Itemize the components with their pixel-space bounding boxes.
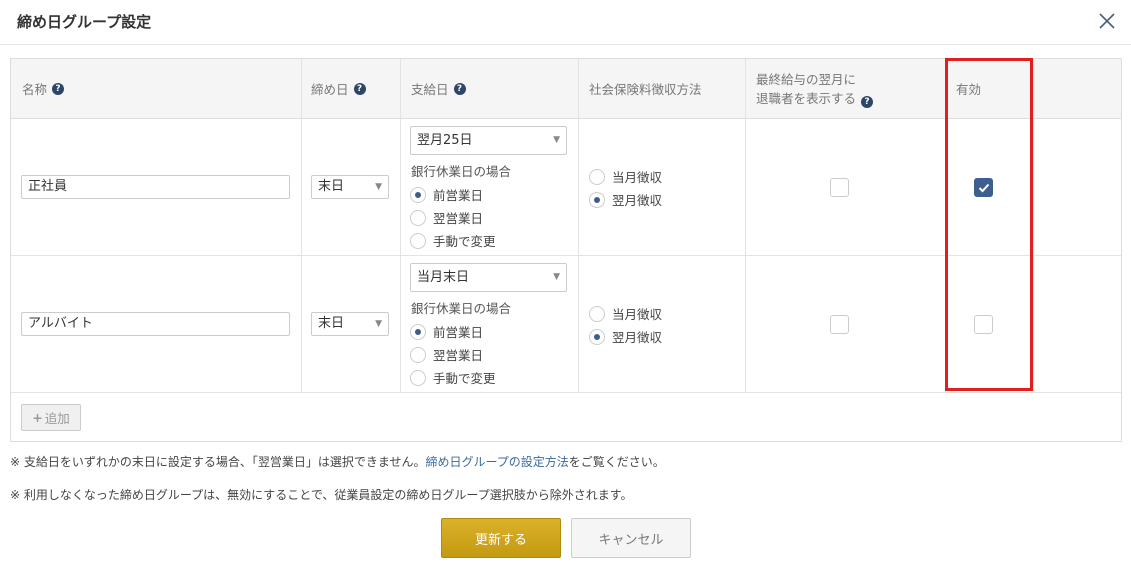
header-social-insurance: 社会保険料徴収方法 [589, 81, 702, 97]
help-icon[interactable]: ? [861, 96, 874, 108]
pay-day-select[interactable]: 当月末日 ▼ [410, 263, 567, 292]
dropdown-arrow-icon: ▼ [553, 272, 560, 282]
radio-button[interactable] [410, 186, 426, 203]
radio-manual-change[interactable]: 手動で変更 [410, 231, 496, 250]
radio-previous-business-day[interactable]: 前営業日 [410, 322, 483, 341]
radio-current-month[interactable]: 当月徴収 [589, 167, 662, 186]
radio-button[interactable] [410, 209, 426, 226]
dialog-header: 締め日グループ設定 [0, 0, 1131, 45]
radio-button[interactable] [589, 191, 605, 208]
radio-button[interactable] [410, 369, 426, 386]
radio-button[interactable] [589, 328, 605, 345]
radio-next-month[interactable]: 翌月徴収 [589, 327, 662, 346]
highlight-box [945, 58, 1033, 391]
radio-next-business-day[interactable]: 翌営業日 [410, 208, 483, 227]
settings-help-link[interactable]: 締め日グループの設定方法 [426, 455, 569, 469]
name-input[interactable]: アルバイト [21, 312, 290, 336]
dropdown-arrow-icon: ▼ [375, 182, 382, 192]
radio-next-business-day[interactable]: 翌営業日 [410, 345, 483, 364]
radio-button[interactable] [589, 305, 605, 322]
closing-day-select[interactable]: 末日 ▼ [311, 312, 389, 336]
holiday-label: 銀行休業日の場合 [411, 164, 512, 179]
add-button[interactable]: + 追加 [21, 404, 81, 431]
help-icon[interactable]: ? [453, 83, 466, 95]
radio-current-month[interactable]: 当月徴収 [589, 304, 662, 323]
radio-button[interactable] [410, 346, 426, 363]
note-payday: ※ 支給日をいずれかの末日に設定する場合、「翌営業日」は選択できません。締め日グ… [10, 455, 665, 469]
radio-button[interactable] [410, 323, 426, 340]
header-name: 名称? [22, 59, 65, 119]
plus-icon: + [32, 410, 43, 425]
radio-manual-change[interactable]: 手動で変更 [410, 368, 496, 387]
show-retired-checkbox[interactable] [830, 315, 849, 334]
radio-next-month[interactable]: 翌月徴収 [589, 190, 662, 209]
note-inactive: ※ 利用しなくなった締め日グループは、無効にすることで、従業員設定の締め日グルー… [10, 488, 633, 502]
name-input[interactable]: 正社員 [21, 175, 290, 199]
help-icon[interactable]: ? [52, 83, 65, 95]
cancel-button[interactable]: キャンセル [571, 518, 691, 558]
dialog-title: 締め日グループ設定 [17, 13, 152, 31]
dropdown-arrow-icon: ▼ [375, 319, 382, 329]
header-show-retired: 最終給与の翌月に 退職者を表示する? [756, 59, 874, 119]
close-icon[interactable] [1096, 10, 1118, 32]
dropdown-arrow-icon: ▼ [553, 135, 560, 145]
header-pay-day: 支給日? [411, 59, 466, 119]
pay-day-select[interactable]: 翌月25日 ▼ [410, 126, 567, 155]
show-retired-checkbox[interactable] [830, 178, 849, 197]
holiday-label: 銀行休業日の場合 [411, 301, 512, 316]
help-icon[interactable]: ? [353, 83, 366, 95]
radio-button[interactable] [410, 232, 426, 249]
update-button[interactable]: 更新する [441, 518, 561, 558]
radio-previous-business-day[interactable]: 前営業日 [410, 185, 483, 204]
closing-day-select[interactable]: 末日 ▼ [311, 175, 389, 199]
radio-button[interactable] [589, 168, 605, 185]
header-closing-day: 締め日? [311, 59, 366, 119]
